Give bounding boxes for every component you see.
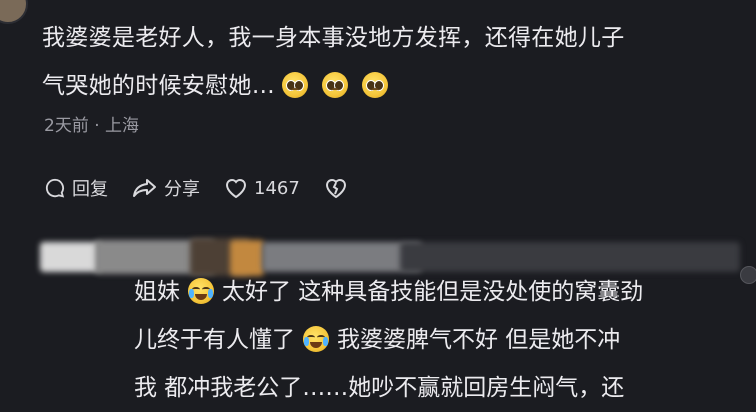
comment-bubble-icon	[45, 178, 65, 198]
reply-line-2: 儿终于有人懂了 我婆婆脾气不好 但是她不冲	[134, 316, 754, 364]
broken-heart-icon	[325, 179, 346, 199]
reply-line-3: 我 都冲我老公了……她吵不赢就回房生闷气，还	[134, 375, 625, 401]
like-count: 1467	[254, 177, 300, 199]
reply-segment: 太好了 这种具备技能但是没处使的窝囊劲	[222, 279, 644, 305]
share-label: 分享	[164, 179, 200, 200]
pleading-face-icon	[322, 72, 348, 98]
comment-line-2: 气哭她的时候安慰她…	[42, 62, 742, 110]
reply-body: 姐妹 太好了 这种具备技能但是没处使的窝囊劲 儿终于有人懂了 我婆婆脾气不好 但是她…	[134, 268, 754, 412]
like-button[interactable]: 1467	[224, 177, 300, 199]
comment-meta: 2天前 · 上海	[44, 111, 139, 136]
reply-segment: 儿终于有人懂了	[134, 327, 295, 353]
heart-icon	[225, 179, 247, 199]
blurred-avatar-area	[40, 242, 100, 272]
meta-separator: ·	[94, 116, 106, 136]
reply-label: 回复	[72, 179, 108, 200]
comment-location: 上海	[105, 116, 140, 136]
avatar[interactable]	[0, 0, 28, 24]
comment-line-1: 我婆婆是老好人，我一身本事没地方发挥，还得在她儿子	[42, 25, 625, 51]
comment-line-2-text: 气哭她的时候安慰她…	[42, 73, 275, 99]
reply-line-1: 姐妹 太好了 这种具备技能但是没处使的窝囊劲	[134, 268, 754, 316]
comment-actions: 回复 分享 1467	[44, 172, 378, 204]
reply-button[interactable]: 回复	[44, 175, 108, 201]
share-arrow-icon	[133, 179, 156, 197]
dislike-button[interactable]	[324, 177, 354, 199]
pleading-face-icon	[362, 72, 388, 98]
comment-time: 2天前	[44, 116, 89, 136]
laughing-crying-face-icon	[303, 326, 329, 352]
pleading-face-icon	[282, 72, 308, 98]
share-button[interactable]: 分享	[132, 175, 200, 201]
laughing-crying-face-icon	[188, 278, 214, 304]
reply-segment: 我婆婆脾气不好 但是她不冲	[337, 327, 621, 353]
comment-body: 我婆婆是老好人，我一身本事没地方发挥，还得在她儿子 气哭她的时候安慰她…	[42, 14, 742, 110]
reply-segment: 姐妹	[134, 279, 180, 305]
